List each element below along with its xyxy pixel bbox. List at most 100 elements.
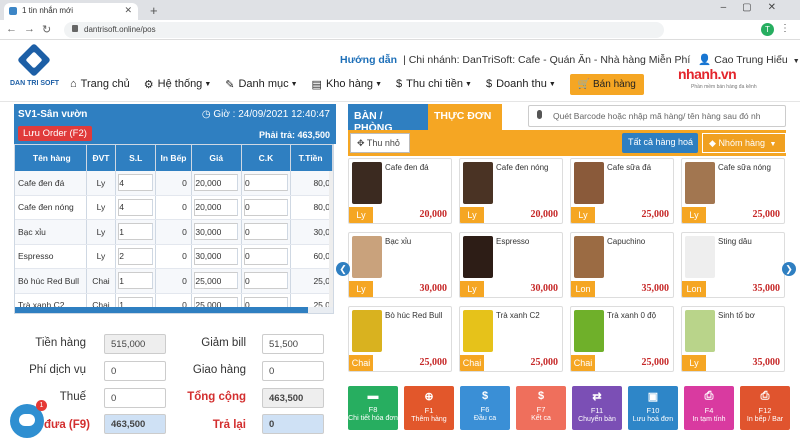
product-image (352, 236, 382, 278)
price-input[interactable]: 20,000 (194, 174, 239, 192)
discount-input[interactable]: 0 (244, 247, 288, 265)
fkey-button-f1[interactable]: ⊕ F1 Thêm hàng (404, 386, 454, 430)
scrollbar-thumb[interactable] (15, 307, 308, 313)
product-name: Bò húc Red Bull (385, 311, 443, 320)
product-card[interactable]: Capuchino Lon 35,000 (570, 232, 674, 298)
close-icon[interactable]: ✕ (124, 5, 132, 16)
item-unit: Ly (87, 244, 117, 268)
fkey-button-f6[interactable]: $ F6 Đầu ca (460, 386, 510, 430)
tax-input[interactable]: 0 (104, 388, 166, 408)
col-discount: C.K (242, 145, 292, 171)
transfer-icon: ⇄ (592, 391, 602, 403)
qty-input[interactable]: 1 (118, 272, 154, 290)
customer-paid-input[interactable]: 463,500 (104, 414, 166, 434)
product-card[interactable]: Bạc xỉu Ly 30,000 (348, 232, 452, 298)
service-fee-label: Phí dịch vụ (29, 364, 86, 376)
barcode-search-input[interactable]: Quét Barcode hoặc nhập mã hàng/ tên hàng… (528, 105, 786, 127)
product-group-dropdown[interactable]: ◆ Nhóm hàng ▼ (702, 133, 786, 153)
discount-input[interactable]: 0 (244, 272, 288, 290)
product-card[interactable]: Cafe sữa đá Ly 25,000 (570, 158, 674, 224)
product-card[interactable]: Espresso Ly 30,000 (459, 232, 563, 298)
qty-input[interactable]: 2 (118, 247, 154, 265)
price-input[interactable]: 30,000 (194, 223, 239, 241)
product-card[interactable]: Cafe sữa nóng Ly 25,000 (681, 158, 785, 224)
shrink-button[interactable]: ✥ Thu nhỏ (350, 133, 410, 153)
user-menu[interactable]: 👤 Cao Trung Hiếu ▼ (698, 54, 799, 66)
horizontal-scrollbar[interactable] (15, 307, 333, 313)
new-tab-icon[interactable]: + (150, 3, 158, 18)
product-card[interactable]: Cafe đen đá Ly 20,000 (348, 158, 452, 224)
fkey-label: Đầu ca (473, 415, 497, 422)
chevron-down-icon: ▼ (465, 80, 472, 88)
line-total: 80,0 (291, 195, 333, 219)
product-card[interactable]: Trà xanh 0 độ Chai 25,000 (570, 306, 674, 372)
fkey-button-f11[interactable]: ⇄ F11 Chuyển bàn (572, 386, 622, 430)
nav-warehouse[interactable]: ▤ Kho hàng ▼ (312, 78, 382, 91)
product-card[interactable]: Cafe đen nóng Ly 20,000 (459, 158, 563, 224)
fkey-key: F7 (536, 405, 546, 414)
reload-icon[interactable]: ↻ (42, 23, 51, 36)
discount-input[interactable]: 0 (244, 198, 288, 216)
fkey-button-f12[interactable]: ⎙ F12 In bếp / Bar (740, 386, 790, 430)
all-products-button[interactable]: Tất cả hàng hoá (622, 133, 698, 153)
table-row[interactable]: Cafe đen đá Ly 4 0 20,000 0 80,0 (15, 171, 333, 196)
price-input[interactable]: 25,000 (194, 272, 239, 290)
next-page-icon[interactable]: ❯ (782, 262, 796, 276)
qty-input[interactable]: 4 (118, 198, 154, 216)
fkey-button-f7[interactable]: $ F7 Kết ca (516, 386, 566, 430)
vertical-scrollbar[interactable] (329, 171, 333, 309)
table-header: Tên hàng ĐVT S.L In Bếp Giá C.K T.Tiền (15, 145, 333, 171)
service-fee-input[interactable]: 0 (104, 361, 166, 381)
table-row[interactable]: Bò húc Red Bull Chai 1 0 25,000 0 25,0 (15, 269, 333, 294)
delivery-input[interactable]: 0 (262, 361, 324, 381)
fkey-key: F8 (368, 405, 378, 414)
sale-button[interactable]: 🛒 Bán hàng (569, 73, 644, 95)
tab-menu[interactable]: THỰC ĐƠN (428, 104, 502, 130)
table-row[interactable]: Cafe đen nóng Ly 4 0 20,000 0 80,0 (15, 195, 333, 220)
browser-tab[interactable]: 1 tin nhắn mới ✕ (4, 3, 138, 20)
product-card[interactable]: Trà xanh C2 Chai 25,000 (459, 306, 563, 372)
price-input[interactable]: 30,000 (194, 247, 239, 265)
nav-catalog[interactable]: ✎ Danh mục ▼ (225, 78, 297, 91)
product-card[interactable]: Sinh tố bơ Ly 35,000 (681, 306, 785, 372)
product-card[interactable]: Sting dâu Lon 35,000 (681, 232, 785, 298)
fkey-button-f10[interactable]: ▣ F10 Lưu hoá đơn (628, 386, 678, 430)
forward-icon[interactable]: → (24, 23, 35, 35)
qty-input[interactable]: 1 (118, 223, 154, 241)
browser-menu-icon[interactable]: ⋮ (780, 23, 790, 34)
save-order-button[interactable]: Lưu Order (F2) (18, 126, 92, 141)
price-input[interactable]: 20,000 (194, 198, 239, 216)
discount-input[interactable]: 0 (244, 174, 288, 192)
window-controls[interactable]: –▢✕ (721, 2, 792, 13)
table-row[interactable]: Espresso Ly 2 0 30,000 0 60,0 (15, 244, 333, 269)
nav-home[interactable]: ⌂ Trang chủ (70, 78, 130, 90)
product-card[interactable]: Bò húc Red Bull Chai 25,000 (348, 306, 452, 372)
profile-avatar[interactable]: T (761, 23, 774, 36)
product-name: Sinh tố bơ (718, 311, 755, 320)
nav-system[interactable]: ⚙ Hệ thống ▼ (144, 78, 211, 91)
qty-input[interactable]: 4 (118, 174, 154, 192)
item-unit: Ly (87, 171, 117, 195)
nav-revenue[interactable]: $ Doanh thu ▼ (486, 78, 556, 90)
app-header: DAN TRI SOFT Hướng dẫn | Chi nhánh: DanTr… (0, 40, 800, 102)
guide-link[interactable]: Hướng dẫn (340, 54, 397, 66)
tax-label: Thuế (59, 391, 86, 403)
fkey-button-f4[interactable]: ⎙ F4 In tạm tính (684, 386, 734, 430)
tab-tables[interactable]: BÀN / PHÒNG (348, 104, 428, 134)
tag-icon: ◆ (709, 138, 716, 148)
discount-input[interactable]: 0 (244, 223, 288, 241)
fkey-button-f8[interactable]: ▬ F8 Chi tiết hóa đơn (348, 386, 398, 430)
product-unit: Chai (460, 355, 484, 371)
product-unit: Lon (571, 281, 595, 297)
bill-discount-input[interactable]: 51,500 (262, 334, 324, 354)
nav-cashflow[interactable]: $ Thu chi tiền ▼ (396, 78, 472, 90)
address-bar[interactable]: dantrisoft.online/pos (64, 22, 664, 38)
back-icon[interactable]: ← (6, 23, 17, 35)
fkey-key: F4 (704, 406, 714, 415)
item-unit: Ly (87, 195, 117, 219)
table-row[interactable]: Bạc xỉu Ly 1 0 30,000 0 30,0 (15, 220, 333, 245)
nav-label: Hệ thống (157, 78, 203, 90)
prev-page-icon[interactable]: ❮ (336, 262, 350, 276)
microphone-icon[interactable] (537, 110, 542, 119)
logo[interactable]: DAN TRI SOFT (10, 43, 59, 96)
